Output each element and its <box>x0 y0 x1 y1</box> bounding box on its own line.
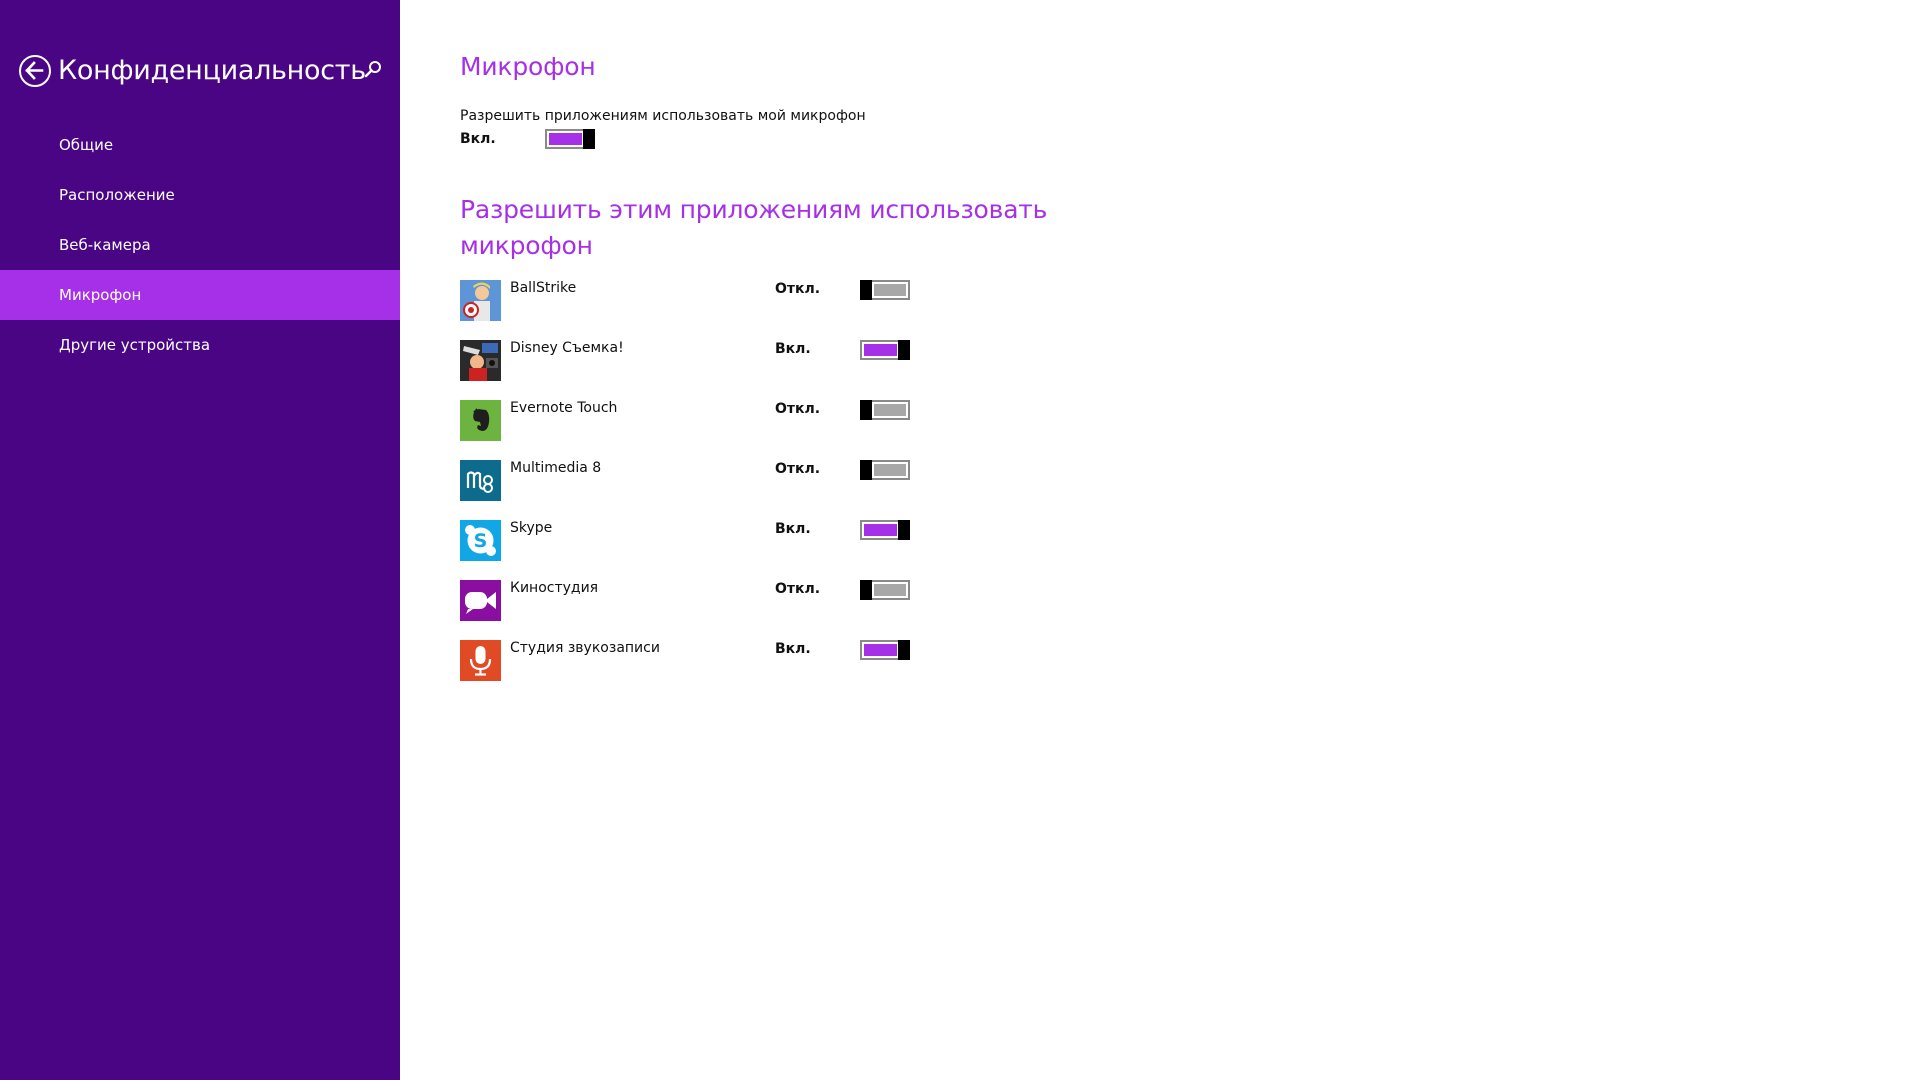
app-toggle-evernote[interactable] <box>860 400 910 420</box>
sidebar-item-webcam[interactable]: Веб-камера <box>0 220 400 270</box>
toggle-fill <box>874 584 906 596</box>
search-button[interactable] <box>362 59 384 81</box>
back-arrow-icon <box>25 61 44 80</box>
app-toggle-skype[interactable] <box>860 520 910 540</box>
toggle-fill <box>874 284 906 296</box>
main-content: Микрофон Разрешить приложениям использов… <box>460 0 1860 1080</box>
multimedia-icon <box>460 460 501 501</box>
sidebar-item-other-devices[interactable]: Другие устройства <box>0 320 400 370</box>
sidebar-item-label: Веб-камера <box>59 236 151 254</box>
evernote-icon <box>460 400 501 441</box>
app-row-evernote: Evernote Touch Откл. <box>460 400 920 442</box>
toggle-thumb <box>898 340 910 360</box>
app-state-label: Вкл. <box>775 341 811 357</box>
search-icon <box>364 61 381 78</box>
app-toggle-ballstrike[interactable] <box>860 280 910 300</box>
apps-heading: Разрешить этим приложениям использовать … <box>460 195 1048 260</box>
sidebar-header: Конфиденциальность <box>19 53 389 89</box>
back-button[interactable] <box>19 55 51 87</box>
app-row-ballstrike: BallStrike Откл. <box>460 280 920 322</box>
sidebar-item-microphone[interactable]: Микрофон <box>0 270 400 320</box>
toggle-thumb <box>898 520 910 540</box>
app-name: Киностудия <box>510 580 599 596</box>
app-name: Evernote Touch <box>510 400 618 416</box>
toggle-fill <box>549 133 582 145</box>
app-state-label: Откл. <box>775 581 821 597</box>
app-state-label: Откл. <box>775 281 821 297</box>
app-row-disney: Disney Съемка! Вкл. <box>460 340 920 382</box>
toggle-thumb <box>898 640 910 660</box>
app-name: Disney Съемка! <box>510 340 624 356</box>
section-title: Микрофон <box>460 52 596 81</box>
app-row-multimedia: Multimedia 8 Откл. <box>460 460 920 502</box>
ballstrike-icon <box>460 280 501 321</box>
toggle-fill <box>874 464 906 476</box>
app-name: Студия звукозаписи <box>510 640 660 656</box>
app-state-label: Откл. <box>775 401 821 417</box>
microphone-master-toggle[interactable] <box>545 129 595 149</box>
toggle-fill <box>864 344 897 356</box>
app-row-sound-recorder: Студия звукозаписи Вкл. <box>460 640 920 682</box>
sidebar-nav: Общие Расположение Веб-камера Микрофон Д… <box>0 120 400 370</box>
app-state-label: Вкл. <box>775 641 811 657</box>
microphone-state-label: Вкл. <box>460 131 496 147</box>
sidebar-item-label: Микрофон <box>59 286 142 304</box>
app-toggle-disney[interactable] <box>860 340 910 360</box>
microphone-icon <box>460 640 501 681</box>
app-state-label: Вкл. <box>775 521 811 537</box>
skype-icon: S <box>460 520 501 561</box>
toggle-thumb <box>583 129 595 149</box>
app-row-movie-maker: Киностудия Откл. <box>460 580 920 622</box>
page-title: Конфиденциальность <box>58 55 366 86</box>
toggle-thumb <box>860 280 872 300</box>
sidebar-item-general[interactable]: Общие <box>0 120 400 170</box>
svg-text:S: S <box>474 530 488 552</box>
app-toggle-movie-maker[interactable] <box>860 580 910 600</box>
microphone-description: Разрешить приложениям использовать мой м… <box>460 108 866 124</box>
sidebar-item-location[interactable]: Расположение <box>0 170 400 220</box>
app-toggle-sound-recorder[interactable] <box>860 640 910 660</box>
app-row-skype: S Skype Вкл. <box>460 520 920 562</box>
disney-icon <box>460 340 501 381</box>
app-state-label: Откл. <box>775 461 821 477</box>
toggle-fill <box>874 404 906 416</box>
toggle-thumb <box>860 400 872 420</box>
sidebar: Конфиденциальность Общие Расположение Ве… <box>0 0 400 1080</box>
toggle-thumb <box>860 580 872 600</box>
sidebar-item-label: Другие устройства <box>59 336 211 354</box>
app-name: Multimedia 8 <box>510 460 602 476</box>
movie-camera-icon <box>460 580 501 621</box>
toggle-thumb <box>860 460 872 480</box>
app-toggle-multimedia[interactable] <box>860 460 910 480</box>
app-name: Skype <box>510 520 553 536</box>
toggle-fill <box>864 524 897 536</box>
sidebar-item-label: Общие <box>59 136 114 154</box>
sidebar-item-label: Расположение <box>59 186 175 204</box>
toggle-fill <box>864 644 897 656</box>
app-name: BallStrike <box>510 280 577 296</box>
